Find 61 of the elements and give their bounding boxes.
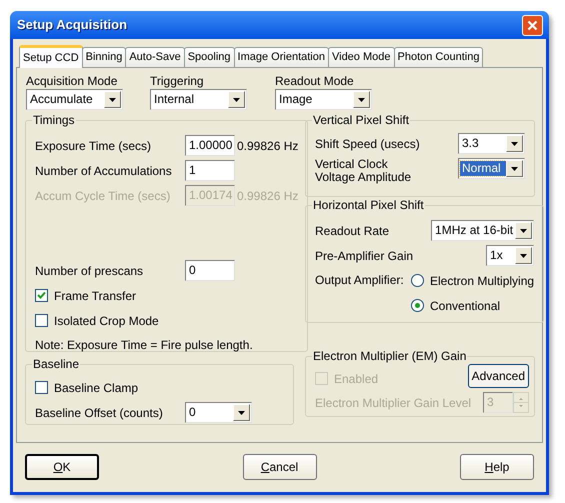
field-label: Triggering <box>150 74 205 88</box>
field-label: Readout Rate <box>315 222 390 240</box>
checkbox-label: Frame Transfer <box>54 288 136 304</box>
tab[interactable]: Auto-Save <box>125 47 185 67</box>
dropdown[interactable]: 1MHz at 16-bit <box>431 220 534 241</box>
tab[interactable]: Video Mode <box>328 47 394 67</box>
radio-label: Electron Multiplying <box>430 272 534 290</box>
close-icon <box>527 20 538 30</box>
tab[interactable]: Setup CCD <box>19 45 83 68</box>
frequency-reading: 0.99826 Hz <box>237 188 298 204</box>
advanced-button[interactable]: Advanced <box>468 364 529 388</box>
checkbox-label: Isolated Crop Mode <box>54 312 159 330</box>
dialog-button[interactable]: Help <box>460 454 534 480</box>
field-label: Pre-Amplifier Gain <box>315 248 414 264</box>
input-field[interactable]: 0 <box>185 260 235 281</box>
dialog-button[interactable]: OK <box>25 454 99 480</box>
dropdown[interactable]: 0 <box>185 402 252 423</box>
dropdown[interactable]: Image <box>275 89 372 110</box>
group-title: Baseline <box>32 356 80 373</box>
field-label: Output Amplifier: <box>315 272 405 289</box>
field-label: Readout Mode <box>275 74 355 88</box>
group-title: Horizontal Pixel Shift <box>312 197 425 214</box>
checkmark-icon <box>37 291 46 300</box>
field-label: Number of Accumulations <box>35 162 173 180</box>
checkbox-label: Baseline Clamp <box>54 380 138 396</box>
field-label: Baseline Offset (counts) <box>35 404 164 422</box>
checkbox-label: Enabled <box>334 370 378 388</box>
checkbox[interactable] <box>35 289 48 302</box>
input-field: 3 <box>483 392 513 413</box>
note-text: Note: Exposure Time = Fire pulse length. <box>35 337 254 354</box>
field-label: Number of prescans <box>35 262 144 280</box>
tab[interactable]: Binning <box>82 47 126 67</box>
dropdown[interactable]: 3.3 <box>458 133 525 154</box>
radio-button[interactable] <box>411 299 424 312</box>
radio-label: Conventional <box>430 298 500 314</box>
field-label: Electron Multiplier Gain Level <box>315 394 472 412</box>
group-title: Timings <box>32 112 76 129</box>
tab[interactable]: Spooling <box>184 47 235 67</box>
checkbox[interactable] <box>35 314 48 327</box>
tab[interactable]: Photon Counting <box>394 47 484 67</box>
input-field[interactable]: 1 <box>185 160 235 181</box>
dialog-button[interactable]: Cancel <box>242 454 316 480</box>
dropdown[interactable]: 1x <box>486 245 534 266</box>
field-label: Vertical Clock Voltage Amplitude <box>315 158 412 184</box>
field-label: Exposure Time (secs) <box>35 138 152 154</box>
window-title: Setup Acquisition <box>16 16 128 34</box>
field-label: Acquisition Mode <box>26 74 118 88</box>
input-field: 1.00174 <box>185 185 235 206</box>
dropdown[interactable]: Internal <box>150 89 247 110</box>
radio-button[interactable] <box>411 274 424 287</box>
dropdown[interactable]: Accumulate <box>26 89 123 110</box>
group-title: Electron Multiplier (EM) Gain <box>312 348 468 365</box>
frequency-reading: 0.99826 Hz <box>237 138 298 154</box>
field-label: Accum Cycle Time (secs) <box>35 188 172 204</box>
input-field[interactable]: 1.00000 <box>185 135 235 156</box>
group-title: Vertical Pixel Shift <box>312 112 410 129</box>
tab[interactable]: Image Orientation <box>234 47 329 67</box>
close-button[interactable] <box>522 14 543 36</box>
field-label: Shift Speed (usecs) <box>315 136 420 152</box>
checkbox[interactable] <box>35 381 48 394</box>
dropdown[interactable]: Normal <box>458 158 525 179</box>
